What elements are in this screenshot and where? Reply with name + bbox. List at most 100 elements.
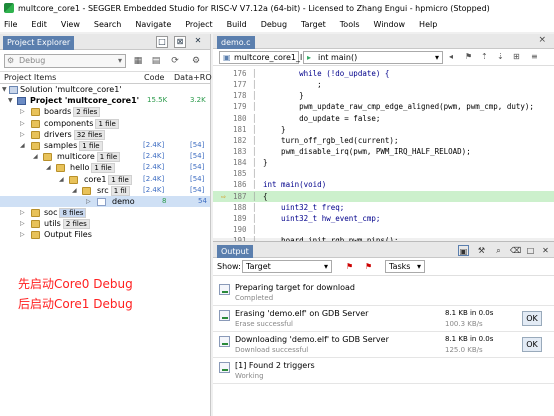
target-icon[interactable]: ▣ [458,245,469,256]
close-panel-icon[interactable]: ✕ [540,245,551,256]
collapse-icon[interactable]: ▼ [8,95,13,106]
collapse-icon[interactable]: ◢ [33,151,38,162]
code-line[interactable]: 180 │ do_update = false; [213,113,554,124]
pin-icon[interactable]: □ [525,245,536,256]
refresh-icon[interactable]: ⟳ [169,55,181,67]
code-line[interactable]: ⇨ 187 │ { [213,190,554,202]
code-line[interactable]: 184 │} [213,157,554,168]
col-code[interactable]: Code [140,72,170,83]
data-size: [54] [190,140,205,149]
menu-icon[interactable]: ≡ [531,52,538,61]
code-line[interactable]: 182 │ turn_off_rgb_led(current); [213,135,554,146]
add-item-icon[interactable]: ▤ [150,55,162,67]
maximize-icon[interactable]: □ [156,36,168,48]
menu-project[interactable]: Project [185,20,212,29]
collapse-icon[interactable]: ◢ [46,162,51,173]
col-data-ro[interactable]: Data+RO [170,72,212,83]
collapse-icon[interactable]: ▼ [2,84,7,95]
collapse-icon[interactable]: ◢ [72,185,77,196]
menu-window[interactable]: Window [374,20,406,29]
filter-errors-icon[interactable]: ⚑ [365,262,372,271]
col-project-items[interactable]: Project Items [0,72,140,83]
menu-navigate[interactable]: Navigate [135,20,171,29]
ok-button[interactable]: OK [522,337,542,352]
code-line[interactable]: 179 │ pwm_update_raw_cmp_edge_aligned(pwm… [213,101,554,112]
build-icon[interactable]: ▦ [132,55,144,67]
tree-row-demo-file[interactable]: ▷ demo 8 54 [0,195,210,208]
menu-search[interactable]: Search [94,20,121,29]
output-message[interactable]: [1] Found 2 triggers Working [213,358,554,384]
code-line[interactable]: 176 │ while (!do_update) { [213,68,554,79]
tree-row-multicore[interactable]: ◢ multicore 1 file [2.4K] [54] [0,151,210,163]
show-select[interactable]: Target ▾ [242,260,332,273]
tree-row-components[interactable]: ▷ components 1 file [0,118,210,129]
code-line[interactable]: 188 │ uint32_t freq; [213,202,554,213]
code-line[interactable]: 190 │ [213,224,554,235]
code-text: int main(void) [263,180,327,190]
message-title: [1] Found 2 triggers [235,361,315,370]
search-icon[interactable]: ⌕ [493,245,504,256]
code-line[interactable]: 186 │ int main(void) [213,179,554,190]
expand-icon[interactable]: ▷ [20,229,25,240]
nav-back-icon[interactable]: ◂ [449,52,453,61]
tree-row-src[interactable]: ◢ src 1 fil [2.4K] [54] [0,185,210,196]
code-line[interactable]: 183 │ pwm_disable_irq(pwm, PWM_IRQ_HALF_R… [213,146,554,157]
function-select[interactable]: ▸ int main() ▾ [303,51,443,64]
pin-icon[interactable]: ⊠ [174,36,186,48]
nav-down-icon[interactable]: ⇣ [497,52,504,61]
tab-output[interactable]: Output [217,245,253,258]
tree-row-utils[interactable]: ▷ utils 2 files [0,218,210,230]
tree-row-solution[interactable]: ▼ Solution 'multcore_core1' [0,84,210,95]
build-log-icon[interactable]: ⚒ [476,245,487,256]
tasks-select[interactable]: Tasks ▾ [385,260,425,273]
expand-icon[interactable]: ▷ [20,218,25,229]
expand-icon[interactable]: ▷ [20,207,25,218]
filter-icon[interactable]: ⚑ [346,262,353,271]
expand-icon[interactable]: ▷ [86,196,91,207]
execution-pointer-icon[interactable]: ⇨ [221,191,226,202]
tree-row-hello[interactable]: ◢ hello 1 file [2.4K] [54] [0,162,210,174]
menu-debug[interactable]: Debug [261,20,287,29]
output-message[interactable]: Erasing 'demo.elf' on GDB Server Erase s… [213,306,554,332]
menu-build[interactable]: Build [227,20,247,29]
tab-project-explorer[interactable]: Project Explorer [3,36,75,50]
file-scope-select[interactable]: ▣ multcore_core1_l [219,51,302,64]
fold-gutter: │ [252,191,257,201]
close-icon[interactable]: × [538,35,546,45]
menu-tools[interactable]: Tools [340,20,360,29]
tree-row-output-files[interactable]: ▷ Output Files [0,229,210,240]
expand-icon[interactable]: ▷ [20,106,25,117]
clear-icon[interactable]: ⌫ [510,245,521,256]
bookmark-icon[interactable]: ⚑ [465,52,472,61]
collapse-icon[interactable]: ◢ [20,140,25,151]
tab-demo-c[interactable]: demo.c [217,36,255,49]
code-line[interactable]: 177 │ ; [213,79,554,90]
menu-view[interactable]: View [61,20,80,29]
menu-file[interactable]: File [4,20,17,29]
menu-help[interactable]: Help [419,20,437,29]
settings-icon[interactable]: ⚙ [190,55,202,67]
collapse-icon[interactable]: ◢ [59,174,64,185]
expand-icon[interactable]: ▷ [20,118,25,129]
tree-row-samples[interactable]: ◢ samples 1 file [2.4K] [54] [0,140,210,151]
expand-icon[interactable]: ▷ [20,129,25,140]
build-config-select[interactable]: ⚙ Debug ▾ [4,54,126,68]
ok-button[interactable]: OK [522,311,542,326]
code-line[interactable]: 185 │ [213,168,554,179]
nav-up-icon[interactable]: ⇡ [481,52,488,61]
tree-row-soc[interactable]: ▷ soc 8 files [0,207,210,219]
close-panel-icon[interactable]: ✕ [192,36,204,48]
menu-edit[interactable]: Edit [31,20,47,29]
split-icon[interactable]: ⊞ [513,52,520,61]
output-message[interactable]: Preparing target for download Completed [213,280,554,306]
menu-target[interactable]: Target [301,20,326,29]
code-area[interactable]: 176 │ while (!do_update) {177 │ ; 178 │ } 179… [213,68,554,290]
tree-row-core1[interactable]: ◢ core1 1 file [2.4K] [54] [0,174,210,185]
code-line[interactable]: 189 │ uint32_t hw_event_cmp; [213,213,554,224]
output-message[interactable]: Downloading 'demo.elf' to GDB Server Dow… [213,332,554,358]
code-line[interactable]: 181 │ } [213,124,554,135]
tree-row-drivers[interactable]: ▷ drivers 32 files [0,129,210,140]
tree-row-boards[interactable]: ▷ boards 2 files [0,106,210,118]
tree-row-project[interactable]: ▼ Project 'multcore_core1' 15.5K 3.2K [0,95,210,106]
code-line[interactable]: 178 │ } [213,90,554,101]
